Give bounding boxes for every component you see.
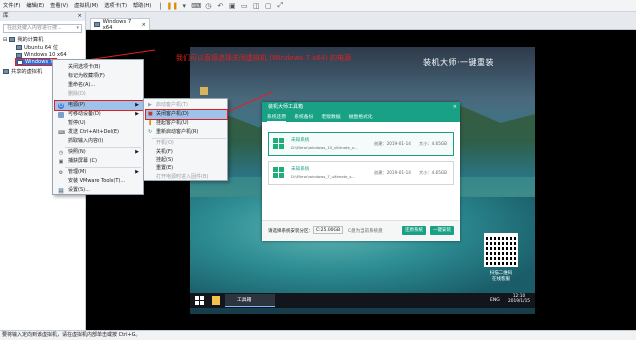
menu-item-install-tools[interactable]: 安装 VMware Tools(T)... xyxy=(55,177,143,186)
menu-item-grab-input[interactable]: 抓取输入内容(I) xyxy=(55,137,143,146)
annotation-arrow xyxy=(224,91,273,114)
submenu-arrow-icon: ▶ xyxy=(135,111,139,117)
submenu-arrow-icon: ▶ xyxy=(135,169,139,175)
menu-item-pause[interactable]: 暂停(U) xyxy=(55,119,143,128)
menu-item-delete[interactable]: 删除(D) xyxy=(55,90,143,99)
menu-item-removable-devices[interactable]: 可移动设备(D) ▶ xyxy=(55,110,143,119)
menu-item-power[interactable]: ⏻ 电源(P) ▶ xyxy=(54,100,144,111)
play-icon: ▶ xyxy=(148,102,152,108)
submenu-reset[interactable]: 重置(E) xyxy=(146,164,227,173)
submenu-power-on[interactable]: 开机(O) xyxy=(146,139,227,148)
settings-icon: ▤ xyxy=(58,187,64,194)
submenu-suspend-guest[interactable]: ❚ 挂起客户机(U) xyxy=(146,119,227,128)
snapshot-icon: ◷ xyxy=(58,149,64,156)
power-icon: ⏻ xyxy=(58,102,64,109)
submenu-restart-guest[interactable]: ↻ 重新启动客户机(R) xyxy=(146,128,227,137)
vm-context-menu: 关闭选项卡(B) 标记为收藏项(F) 重命名(A)... 删除(D) ⏻ 电源(… xyxy=(52,59,144,195)
keyboard-icon: ⌨ xyxy=(58,129,66,136)
power-submenu: ▶ 启动客户机(T) ■ 关闭客户机(D) ❚ 挂起客户机(U) ↻ 重新启动客… xyxy=(143,98,228,181)
submenu-firmware[interactable]: 打开电源时进入固件(B) xyxy=(146,173,227,182)
menu-item-ctrl-alt-del[interactable]: ⌨ 发送 Ctrl+Alt+Del(E) xyxy=(55,128,143,137)
menu-item-rename[interactable]: 重命名(A)... xyxy=(55,81,143,90)
menu-item-settings[interactable]: ▤ 设置(S)... xyxy=(55,186,143,195)
menu-item-favorite[interactable]: 标记为收藏项(F) xyxy=(55,72,143,81)
status-text: 要将输入定向到该虚拟机，请在虚拟机内部单击或按 Ctrl+G。 xyxy=(2,332,141,338)
submenu-start-guest[interactable]: ▶ 启动客户机(T) xyxy=(146,101,227,110)
menu-item-snapshot[interactable]: ◷ 快照(N) ▶ xyxy=(55,148,143,157)
pause-icon: ❚ xyxy=(148,120,153,126)
manage-icon: ⚙ xyxy=(58,169,64,176)
submenu-arrow-icon: ▶ xyxy=(135,102,139,108)
submenu-arrow-icon: ▶ xyxy=(135,149,139,155)
menu-item-close-tab[interactable]: 关闭选项卡(B) xyxy=(55,63,143,72)
menu-item-manage[interactable]: ⚙ 管理(M) ▶ xyxy=(55,168,143,177)
device-icon xyxy=(58,111,64,118)
restart-icon: ↻ xyxy=(148,129,153,135)
submenu-shutdown-guest[interactable]: ■ 关闭客户机(D) xyxy=(145,109,228,120)
stop-icon: ■ xyxy=(148,111,153,117)
camera-icon: ▣ xyxy=(58,158,64,165)
menu-item-capture-screen[interactable]: ▣ 捕获屏幕 (C) xyxy=(55,157,143,166)
status-bar: 要将输入定向到该虚拟机，请在虚拟机内部单击或按 Ctrl+G。 xyxy=(0,330,636,340)
